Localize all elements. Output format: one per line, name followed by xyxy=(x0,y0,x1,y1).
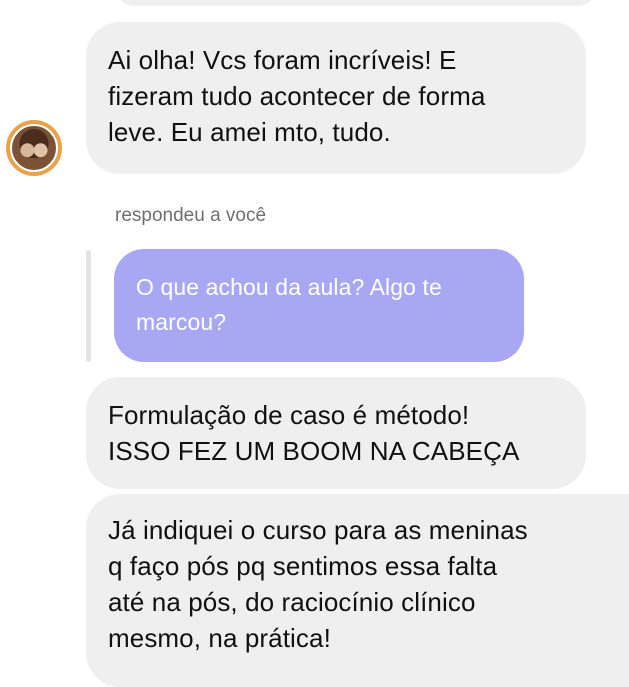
message-line: Ai olha! Vcs foram incríveis! E xyxy=(108,45,457,75)
message-bubble-2[interactable]: Formulação de caso é método! ISSO FEZ UM… xyxy=(86,377,586,489)
message-line: fizeram tudo acontecer de forma xyxy=(108,81,486,111)
quoted-line: O que achou da aula? Algo te xyxy=(136,274,442,300)
message-line: leve. Eu amei mto, tudo. xyxy=(108,117,391,147)
previous-message-bubble xyxy=(116,0,596,6)
message-line: q faço pós pq sentimos essa falta xyxy=(108,551,498,581)
message-line: Já indiquei o curso para as meninas xyxy=(108,515,528,545)
message-line: ISSO FEZ UM BOOM NA CABEÇA xyxy=(108,436,520,466)
quoted-line: marcou? xyxy=(136,309,227,335)
message-bubble-3[interactable]: Já indiquei o curso para as meninas q fa… xyxy=(86,494,629,687)
reply-indicator-bar xyxy=(86,250,91,362)
quoted-message-bubble[interactable]: O que achou da aula? Algo te marcou? xyxy=(114,249,524,362)
message-line: Formulação de caso é método! xyxy=(108,400,470,430)
message-line: mesmo, na prática! xyxy=(108,623,331,653)
message-line: até na pós, do raciocínio clínico xyxy=(108,587,476,617)
message-bubble-1[interactable]: Ai olha! Vcs foram incríveis! E fizeram … xyxy=(86,22,586,174)
replied-to-you-label: respondeu a você xyxy=(115,205,267,226)
sender-avatar[interactable] xyxy=(6,120,62,176)
avatar-photo-icon xyxy=(10,124,58,172)
